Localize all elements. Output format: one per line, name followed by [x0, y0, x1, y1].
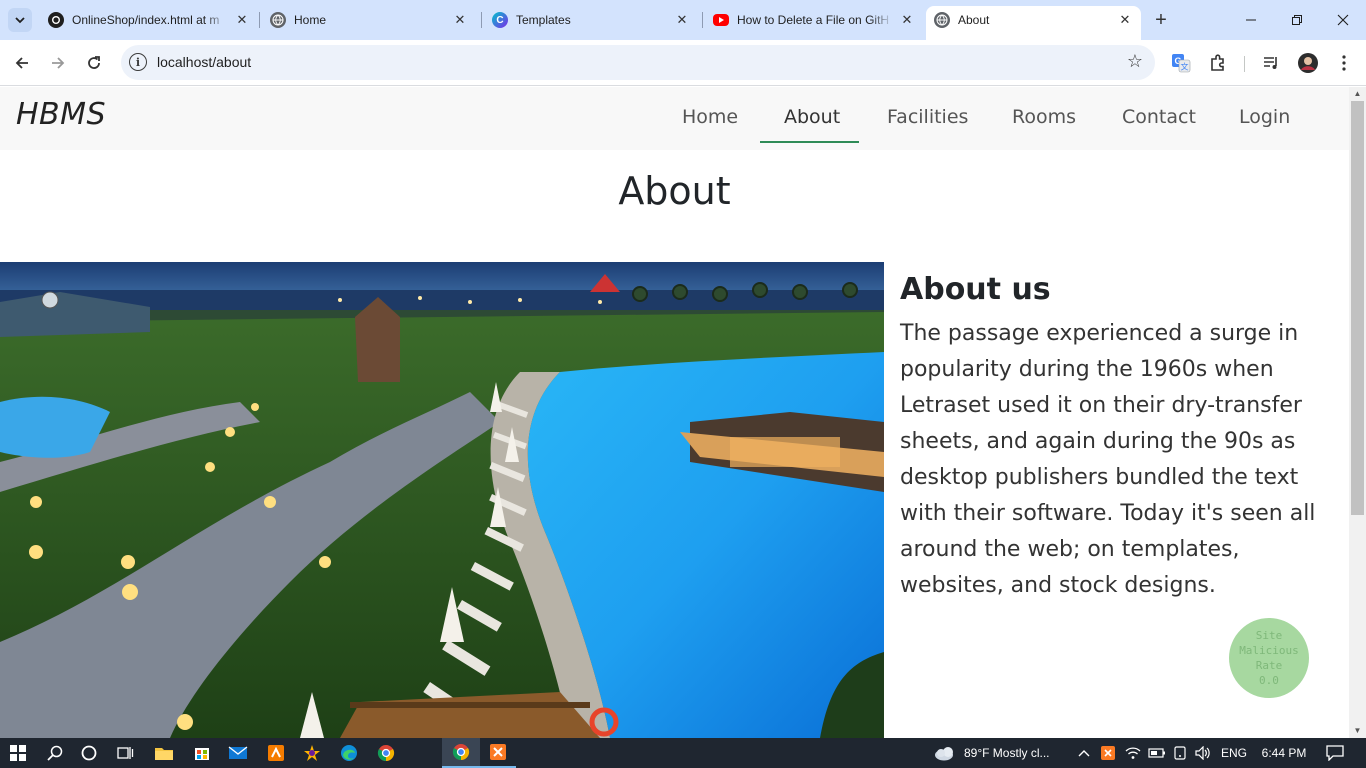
minimize-icon	[1246, 19, 1256, 21]
close-icon	[1337, 14, 1349, 26]
chevron-up-icon[interactable]	[1076, 738, 1092, 768]
reload-button[interactable]	[80, 49, 108, 77]
nav-home[interactable]: Home	[682, 106, 738, 128]
weather-cloud-icon[interactable]	[930, 738, 962, 768]
task-view-icon[interactable]	[108, 738, 142, 768]
device-icon[interactable]	[1170, 738, 1190, 768]
resort-photo	[0, 262, 884, 738]
file-explorer-icon[interactable]	[146, 738, 182, 768]
arrow-right-icon	[52, 57, 65, 69]
cortana-icon[interactable]	[72, 738, 106, 768]
scrollbar-thumb[interactable]	[1351, 101, 1364, 515]
mail-icon[interactable]	[220, 738, 256, 768]
media-control-icon[interactable]	[1258, 50, 1284, 76]
about-us-heading: About us	[900, 272, 1051, 307]
page-scrollbar[interactable]: ▲ ▼	[1349, 87, 1366, 738]
address-bar[interactable]: i localhost/about ☆	[121, 45, 1155, 80]
nav-facilities[interactable]: Facilities	[887, 106, 968, 128]
close-icon[interactable]: ✕	[1117, 12, 1133, 28]
extensions-icon[interactable]	[1205, 50, 1231, 76]
close-icon[interactable]: ✕	[674, 12, 690, 28]
url-text[interactable]: localhost/about	[157, 54, 251, 70]
badge-line1: Site	[1255, 629, 1283, 642]
scroll-up-arrow-icon[interactable]: ▲	[1352, 89, 1363, 99]
github-icon	[48, 12, 64, 28]
star-app-icon[interactable]	[294, 738, 330, 768]
forward-button[interactable]	[44, 49, 72, 77]
weather-text[interactable]: 89°F Mostly cl...	[964, 738, 1074, 768]
tab-search-button[interactable]	[8, 8, 32, 32]
tab-about[interactable]: About ✕	[926, 6, 1141, 40]
nav-contact[interactable]: Contact	[1122, 106, 1196, 128]
svg-text:文: 文	[1181, 62, 1189, 72]
close-icon[interactable]: ✕	[899, 12, 915, 28]
windows-start-icon[interactable]	[0, 738, 36, 768]
tab-title: Home	[294, 13, 327, 27]
chrome-active-icon[interactable]	[442, 738, 480, 768]
restore-button[interactable]	[1274, 0, 1320, 40]
nav-rooms[interactable]: Rooms	[1012, 106, 1076, 128]
store-icon[interactable]	[184, 738, 220, 768]
close-icon[interactable]: ✕	[452, 12, 468, 28]
tab-templates[interactable]: C Templates ✕	[484, 6, 698, 34]
bookmark-star-icon[interactable]: ☆	[1127, 51, 1143, 72]
back-button[interactable]	[8, 49, 36, 77]
tab-youtube[interactable]: How to Delete a File on GitH ✕	[705, 6, 923, 34]
brand-logo[interactable]: HBMS	[16, 97, 106, 132]
page-title: About	[618, 169, 731, 213]
tab-title: OnlineShop/index.html at m	[72, 13, 220, 27]
search-icon[interactable]	[38, 738, 72, 768]
badge-value: 0.0	[1259, 674, 1279, 687]
xampp-like-app-icon[interactable]	[258, 738, 294, 768]
tab-title: About	[958, 13, 990, 27]
tab-strip: OnlineShop/index.html at m ✕ Home ✕ C Te…	[0, 0, 1366, 40]
badge-line3: Rate	[1255, 659, 1283, 672]
wifi-icon[interactable]	[1122, 738, 1144, 768]
reload-icon	[88, 56, 100, 69]
language-indicator[interactable]: ENG	[1218, 738, 1250, 768]
close-icon[interactable]: ✕	[234, 12, 250, 28]
canva-icon: C	[492, 12, 508, 28]
menu-icon[interactable]	[1331, 50, 1357, 76]
chrome-icon[interactable]	[368, 738, 404, 768]
chevron-down-icon	[15, 17, 25, 24]
minimize-button[interactable]	[1228, 0, 1274, 40]
profile-avatar[interactable]	[1295, 50, 1321, 76]
malicious-rate-badge[interactable]: Site Malicious Rate 0.0	[1229, 618, 1309, 698]
globe-icon	[270, 12, 286, 28]
site-info-icon[interactable]: i	[129, 53, 147, 71]
close-window-button[interactable]	[1320, 0, 1366, 40]
page-viewport: HBMS Home About Facilities Rooms Contact…	[0, 87, 1349, 738]
windows-taskbar: 89°F Mostly cl... ENG 6:44 PM	[0, 738, 1366, 768]
about-us-text: The passage experienced a surge in popul…	[900, 321, 1316, 598]
battery-icon[interactable]	[1146, 738, 1168, 768]
clock[interactable]: 6:44 PM	[1256, 738, 1312, 768]
xampp-tray-icon[interactable]	[1098, 738, 1118, 768]
nav-login[interactable]: Login	[1239, 106, 1290, 128]
browser-toolbar: i localhost/about ☆ G文	[0, 40, 1366, 86]
new-tab-button[interactable]: +	[1150, 9, 1172, 31]
nav-about[interactable]: About	[784, 106, 840, 128]
site-navbar: HBMS Home About Facilities Rooms Contact…	[0, 87, 1349, 150]
edge-icon[interactable]	[331, 738, 367, 768]
tab-title: How to Delete a File on GitH	[737, 13, 890, 27]
notification-icon[interactable]	[1320, 738, 1350, 768]
translate-icon[interactable]: G文	[1168, 50, 1194, 76]
volume-icon[interactable]	[1192, 738, 1214, 768]
badge-line2: Malicious	[1239, 644, 1299, 657]
xampp-icon[interactable]	[480, 738, 516, 768]
tab-github[interactable]: OnlineShop/index.html at m ✕	[40, 6, 258, 34]
active-nav-indicator	[760, 141, 859, 143]
youtube-icon	[713, 14, 729, 26]
tab-title: Templates	[516, 13, 571, 27]
arrow-left-icon	[15, 57, 28, 69]
globe-icon	[934, 12, 950, 28]
restore-icon	[1292, 15, 1302, 25]
scroll-down-arrow-icon[interactable]: ▼	[1352, 726, 1363, 736]
tab-home[interactable]: Home ✕	[262, 6, 476, 34]
